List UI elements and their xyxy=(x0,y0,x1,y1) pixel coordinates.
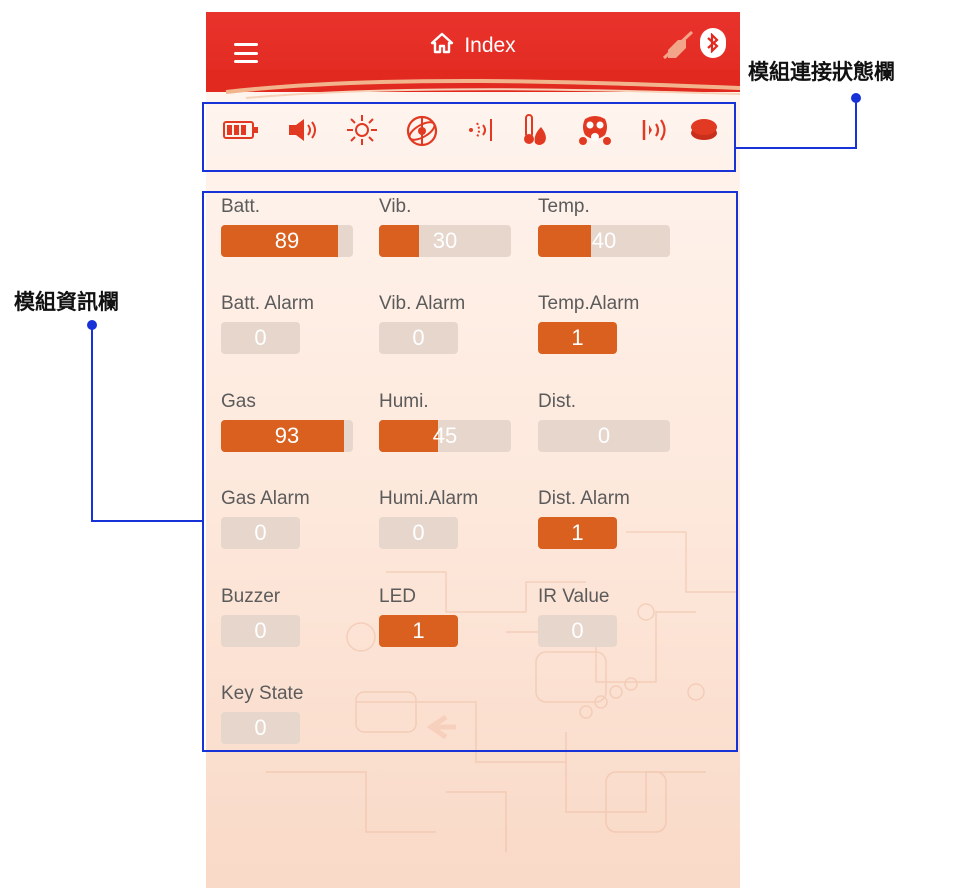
module-value: 30 xyxy=(432,228,458,253)
module-value-badge[interactable]: 1 xyxy=(379,615,458,647)
module-value-badge: 0 xyxy=(221,712,300,744)
module-label: Gas xyxy=(221,391,256,412)
module-label: Temp.Alarm xyxy=(538,293,640,314)
module-value: 0 xyxy=(254,618,267,643)
module-label: Dist. Alarm xyxy=(538,488,630,509)
module-level-bar: 0 xyxy=(538,420,670,452)
module-level-bar: 40 xyxy=(538,225,670,257)
module-value: 1 xyxy=(412,618,425,643)
module-value: 0 xyxy=(597,423,611,448)
home-icon[interactable] xyxy=(430,32,454,60)
module-label: Vib. xyxy=(379,196,412,217)
module-cell: Gas 93 xyxy=(221,391,353,452)
module-value-badge: 0 xyxy=(221,322,300,354)
module-label: Gas Alarm xyxy=(221,488,310,509)
module-value: 40 xyxy=(591,228,617,253)
module-value-badge: 0 xyxy=(538,615,617,647)
module-level-bar: 93 xyxy=(221,420,353,452)
module-value: 0 xyxy=(571,618,584,643)
module-status-bar-frame xyxy=(202,102,736,172)
info-annotation-line-h xyxy=(91,520,203,522)
info-box-annotation: 模組資訊欄 xyxy=(14,290,119,314)
module-cell: LED 1 xyxy=(379,586,458,647)
module-cell: Temp. 40 xyxy=(538,196,670,257)
module-value: 0 xyxy=(254,715,267,740)
status-bar-annotation: 模組連接狀態欄 xyxy=(748,60,895,84)
module-label: Humi.Alarm xyxy=(379,488,479,509)
app-title: Index xyxy=(206,32,740,60)
module-label: Batt. Alarm xyxy=(221,293,314,314)
module-value: 1 xyxy=(571,520,584,545)
module-cell: Gas Alarm 0 xyxy=(221,488,310,549)
module-value-badge: 1 xyxy=(538,517,617,549)
module-value: 0 xyxy=(254,325,267,350)
module-cell: Buzzer 0 xyxy=(221,586,300,647)
module-value-badge[interactable]: 0 xyxy=(221,615,300,647)
module-label: Buzzer xyxy=(221,586,281,607)
module-level-bar: 89 xyxy=(221,225,353,257)
module-cell: Batt. 89 xyxy=(221,196,353,257)
status-annotation-line-h xyxy=(736,147,857,149)
module-level-bar: 45 xyxy=(379,420,511,452)
module-cell: Dist. 0 xyxy=(538,391,670,452)
module-cell: Vib. Alarm 0 xyxy=(379,293,466,354)
module-value-badge: 0 xyxy=(379,517,458,549)
module-value: 0 xyxy=(254,520,267,545)
module-cell: Dist. Alarm 1 xyxy=(538,488,630,549)
module-cell: Humi.Alarm 0 xyxy=(379,488,479,549)
module-label: Key State xyxy=(221,683,304,704)
module-cell: Humi. 45 xyxy=(379,391,511,452)
module-cell: Batt. Alarm 0 xyxy=(221,293,314,354)
module-label: Vib. Alarm xyxy=(379,293,466,314)
module-cell: Vib. 30 xyxy=(379,196,511,257)
module-value: 89 xyxy=(274,228,300,253)
module-value: 1 xyxy=(571,325,584,350)
module-level-bar: 30 xyxy=(379,225,511,257)
module-value-badge: 0 xyxy=(379,322,458,354)
module-cell: Key State 0 xyxy=(221,683,304,744)
plug-disconnected-icon[interactable] xyxy=(662,30,694,65)
module-value: 45 xyxy=(432,423,458,448)
module-info-frame xyxy=(202,191,738,752)
info-annotation-line-v xyxy=(91,325,93,522)
module-value: 0 xyxy=(412,325,425,350)
module-value-badge: 0 xyxy=(221,517,300,549)
bluetooth-icon[interactable] xyxy=(700,28,726,58)
module-cell: IR Value 0 xyxy=(538,586,617,647)
module-value: 93 xyxy=(274,423,300,448)
module-label: Batt. xyxy=(221,196,261,217)
app-title-text: Index xyxy=(464,34,516,57)
module-label: IR Value xyxy=(538,586,610,607)
module-label: Dist. xyxy=(538,391,576,412)
module-label: LED xyxy=(379,586,416,607)
module-cell: Temp.Alarm 1 xyxy=(538,293,640,354)
module-label: Temp. xyxy=(538,196,590,217)
module-label: Humi. xyxy=(379,391,429,412)
module-value: 0 xyxy=(412,520,425,545)
status-annotation-line-v xyxy=(855,98,857,149)
module-value-badge: 1 xyxy=(538,322,617,354)
